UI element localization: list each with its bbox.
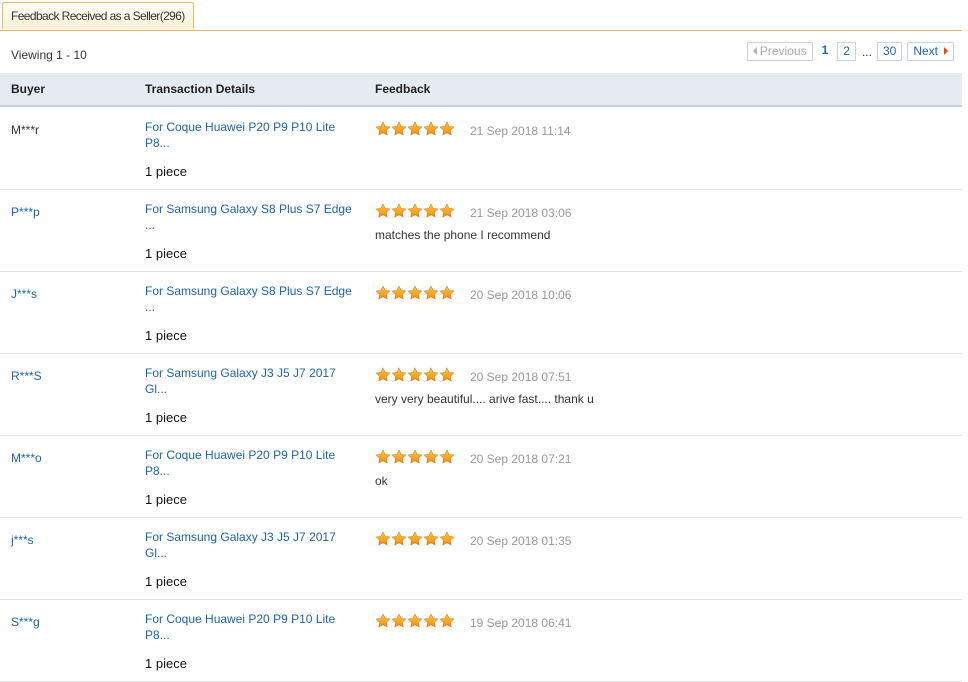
column-header-transaction-details: Transaction Details <box>145 82 256 96</box>
product-link[interactable]: For Samsung Galaxy J3 J5 J7 2017 Gl... <box>145 529 360 561</box>
star-icon <box>375 203 391 219</box>
star-icon <box>423 285 439 301</box>
star-icon <box>423 449 439 465</box>
quantity: 1 piece <box>145 410 187 425</box>
page-30-button[interactable]: 30 <box>876 42 903 61</box>
star-icon <box>375 449 391 465</box>
star-icon <box>439 449 455 465</box>
table-header: Buyer Transaction Details Feedback <box>0 73 962 107</box>
quantity: 1 piece <box>145 656 187 671</box>
buyer-name[interactable]: j***s <box>11 533 34 547</box>
buyer-name[interactable]: R***S <box>11 369 42 383</box>
quantity: 1 piece <box>145 328 187 343</box>
star-rating <box>375 449 455 467</box>
pagination: Previous 1 2 ... 30 Next <box>742 41 954 62</box>
star-icon <box>407 203 423 219</box>
pagination-ellipsis: ... <box>861 44 872 59</box>
star-icon <box>375 285 391 301</box>
star-icon <box>407 449 423 465</box>
triangle-right-icon <box>944 47 948 55</box>
feedback-date: 21 Sep 2018 03:06 <box>470 206 572 220</box>
page-1-button[interactable]: 1 <box>817 42 833 61</box>
tab-strip: Feedback Received as a Seller(296) <box>0 0 962 31</box>
product-link[interactable]: For Coque Huawei P20 P9 P10 Lite P8... <box>145 611 360 643</box>
next-label: Next <box>913 44 938 58</box>
star-icon <box>391 449 407 465</box>
feedback-date: 20 Sep 2018 07:51 <box>470 370 572 384</box>
buyer-name[interactable]: S***g <box>11 615 40 629</box>
feedback-date: 21 Sep 2018 11:14 <box>470 124 571 138</box>
feedback-comment: matches the phone I recommend <box>375 228 551 242</box>
column-header-buyer: Buyer <box>11 82 46 96</box>
star-rating <box>375 531 455 549</box>
product-link[interactable]: For Samsung Galaxy S8 Plus S7 Edge ... <box>145 283 360 315</box>
star-icon <box>439 285 455 301</box>
column-header-feedback: Feedback <box>375 82 431 96</box>
product-link[interactable]: For Coque Huawei P20 P9 P10 Lite P8... <box>145 119 360 151</box>
star-icon <box>375 613 391 629</box>
star-icon <box>439 613 455 629</box>
star-icon <box>375 121 391 137</box>
star-icon <box>391 367 407 383</box>
quantity: 1 piece <box>145 492 187 507</box>
star-icon <box>391 285 407 301</box>
star-rating <box>375 285 455 303</box>
table-row: M***r For Coque Huawei P20 P9 P10 Lite P8… <box>0 108 962 190</box>
product-link[interactable]: For Samsung Galaxy S8 Plus S7 Edge ... <box>145 201 360 233</box>
star-icon <box>375 531 391 547</box>
table-row: J***s For Samsung Galaxy S8 Plus S7 Edge … <box>0 272 962 354</box>
table-row: j***s For Samsung Galaxy J3 J5 J7 2017 Gl… <box>0 518 962 600</box>
feedback-comment: ok <box>375 474 388 488</box>
tab-feedback-seller[interactable]: Feedback Received as a Seller(296) <box>2 2 194 29</box>
star-rating <box>375 613 455 631</box>
star-rating <box>375 203 455 221</box>
star-icon <box>423 613 439 629</box>
star-icon <box>407 531 423 547</box>
table-row: M***o For Coque Huawei P20 P9 P10 Lite P8… <box>0 436 962 518</box>
star-icon <box>423 531 439 547</box>
previous-label: Previous <box>759 44 807 58</box>
buyer-name[interactable]: J***s <box>11 287 37 301</box>
buyer-name: M***r <box>11 123 40 137</box>
product-link[interactable]: For Coque Huawei P20 P9 P10 Lite P8... <box>145 447 360 479</box>
buyer-name[interactable]: P***p <box>11 205 40 219</box>
page-2-button[interactable]: 2 <box>837 42 856 61</box>
star-icon <box>391 121 407 137</box>
star-icon <box>423 367 439 383</box>
next-page-button[interactable]: Next <box>907 42 954 61</box>
triangle-left-icon <box>752 47 757 55</box>
star-icon <box>439 531 455 547</box>
star-rating <box>375 367 455 385</box>
quantity: 1 piece <box>145 574 187 589</box>
feedback-date: 19 Sep 2018 06:41 <box>470 616 572 630</box>
star-icon <box>439 203 455 219</box>
star-icon <box>407 613 423 629</box>
star-rating <box>375 121 455 139</box>
star-icon <box>391 531 407 547</box>
star-icon <box>407 367 423 383</box>
product-link[interactable]: For Samsung Galaxy J3 J5 J7 2017 Gl... <box>145 365 360 397</box>
previous-page-button[interactable]: Previous <box>746 42 813 61</box>
feedback-date: 20 Sep 2018 01:35 <box>470 534 572 548</box>
quantity: 1 piece <box>145 246 187 261</box>
star-icon <box>439 121 455 137</box>
table-row: R***S For Samsung Galaxy J3 J5 J7 2017 Gl… <box>0 354 962 436</box>
quantity: 1 piece <box>145 164 187 179</box>
table-row: P***p For Samsung Galaxy S8 Plus S7 Edge … <box>0 190 962 272</box>
star-icon <box>375 367 391 383</box>
viewing-range: Viewing 1 - 10 <box>11 48 87 62</box>
star-icon <box>407 285 423 301</box>
feedback-date: 20 Sep 2018 10:06 <box>470 288 572 302</box>
star-icon <box>423 121 439 137</box>
star-icon <box>407 121 423 137</box>
star-icon <box>391 203 407 219</box>
buyer-name[interactable]: M***o <box>11 451 42 465</box>
star-icon <box>391 613 407 629</box>
feedback-comment: very very beautiful.... arive fast.... t… <box>375 392 594 406</box>
star-icon <box>423 203 439 219</box>
feedback-table-body: M***r For Coque Huawei P20 P9 P10 Lite P8… <box>0 108 962 682</box>
star-icon <box>439 367 455 383</box>
feedback-date: 20 Sep 2018 07:21 <box>470 452 572 466</box>
table-row: S***g For Coque Huawei P20 P9 P10 Lite P8… <box>0 600 962 682</box>
